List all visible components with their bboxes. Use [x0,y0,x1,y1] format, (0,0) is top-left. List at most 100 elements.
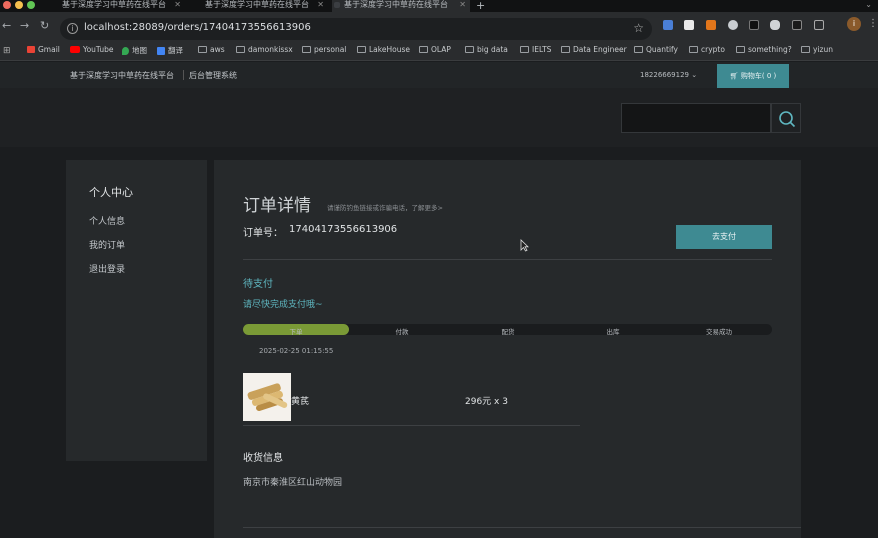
bookmark-folder-aws[interactable]: aws [198,45,225,54]
page-title: 订单详情 [243,196,311,216]
forward-button[interactable]: → [20,20,29,31]
bookmark-folder-bigdata[interactable]: big data [465,45,508,54]
close-icon[interactable]: ✕ [459,0,466,10]
bookmark-folder-data-engineer[interactable]: Data Engineer [561,45,627,54]
tab-favicon-icon [334,2,340,8]
order-number-label: 订单号： [243,228,283,239]
bookmark-label: Data Engineer [573,45,627,54]
admin-link[interactable]: 后台管理系统 [189,70,237,81]
profile-avatar[interactable]: i [847,17,861,31]
bookmark-folder-olap[interactable]: OLAP [419,45,451,54]
bookmark-label: big data [477,45,508,54]
browser-tab-strip: 基于深度学习中草药在线平台 ✕ 基于深度学习中草药在线平台 ✕ 基于深度学习中草… [0,0,878,12]
step-completed: 交易成功 [706,328,732,336]
cart-icon: 🛒︎ [729,72,739,80]
folder-icon [801,46,810,53]
maps-icon [122,46,129,55]
bookmark-label: LakeHouse [369,45,410,54]
search-input[interactable] [621,103,771,133]
tab-title: 基于深度学习中草药在线平台 [205,0,309,9]
bookmark-translate[interactable]: 翻译 [157,45,183,56]
bookmarks-bar: ⊞ Gmail YouTube 地图 翻译 aws damonkissx per… [0,40,878,61]
cart-label: 购物车( 0 ) [740,72,777,80]
gmail-icon [27,46,35,53]
folder-icon [634,46,643,53]
bookmark-folder-something[interactable]: something? [736,45,792,54]
user-account-dropdown[interactable]: 18226669129 ⌄ [640,71,697,79]
chevron-down-icon: ⌄ [691,71,698,79]
new-tab-button[interactable]: + [476,0,485,12]
bookmark-maps[interactable]: 地图 [122,45,147,56]
bookmark-label: yizun [813,45,833,54]
bookmark-label: Gmail [38,45,60,54]
browser-tab-1[interactable]: 基于深度学习中草药在线平台 ✕ [50,0,185,12]
circle-extension-icon[interactable] [728,20,738,30]
terminal-extension-icon[interactable] [749,20,759,30]
product-name-link[interactable]: 黄芪 [291,394,309,407]
bookmark-folder-quantify[interactable]: Quantify [634,45,678,54]
bookmark-folder-yizun[interactable]: yizun [801,45,833,54]
minimize-window-button[interactable] [15,1,23,9]
bookmark-folder-lakehouse[interactable]: LakeHouse [357,45,410,54]
tab-title: 基于深度学习中草药在线平台 [62,0,166,9]
bookmark-label: 翻译 [168,46,183,55]
close-icon[interactable]: ✕ [174,0,181,10]
address-bar[interactable]: i localhost:28089/orders/174041735566139… [60,18,652,40]
sidebar-item-orders[interactable]: 我的订单 [89,238,125,251]
item-divider [243,425,580,426]
bookmark-label: something? [748,45,792,54]
bookmark-folder-ielts[interactable]: IELTS [520,45,551,54]
pay-button[interactable]: 去支付 [676,225,772,249]
reload-button[interactable]: ↻ [40,20,49,31]
header-divider [183,70,184,80]
tab-title: 基于深度学习中草药在线平台 [344,0,448,9]
bookmark-label: aws [210,45,225,54]
metamask-extension-icon[interactable] [706,20,716,30]
receiver-section-title: 收货信息 [243,453,283,464]
order-number: 17404173556613906 [289,224,398,235]
bookmark-label: Quantify [646,45,678,54]
x-extension-icon[interactable] [684,20,694,30]
bookmark-label: YouTube [83,45,114,54]
folder-icon [419,46,428,53]
browser-tab-3[interactable]: 基于深度学习中草药在线平台 ✕ [332,0,470,12]
divider [243,259,772,260]
translate-extension-icon[interactable] [663,20,673,30]
site-title-link[interactable]: 基于深度学习中草药在线平台 [70,70,174,81]
step-shipped: 出库 [606,328,620,336]
apps-grid-icon[interactable]: ⊞ [3,46,11,56]
close-icon[interactable]: ✕ [317,0,324,10]
search-button[interactable] [771,103,801,133]
folder-icon [236,46,245,53]
browser-menu-icon[interactable]: ⋮ [868,18,878,29]
close-window-button[interactable] [3,1,11,9]
sidebar-item-profile[interactable]: 个人信息 [89,214,125,227]
anti-fraud-tip-link[interactable]: 请谨防钓鱼链接或诈骗电话，了解更多> [327,202,443,212]
bookmark-label: IELTS [532,45,552,54]
bookmark-folder-personal[interactable]: personal [302,45,346,54]
puzzle-extensions-icon[interactable] [814,20,824,30]
bookmark-youtube[interactable]: YouTube [70,45,114,54]
browser-tab-2[interactable]: 基于深度学习中草药在线平台 ✕ [193,0,328,12]
step-timestamp: 2025-02-25 01:15:55 [259,347,334,355]
bookmark-folder-crypto[interactable]: crypto [689,45,725,54]
herb-slices-image [243,373,291,421]
site-info-icon[interactable]: i [67,23,78,34]
back-button[interactable]: ← [2,20,11,31]
user-phone: 18226669129 [640,71,689,79]
tab-list-chevron-icon[interactable]: ⌄ [865,0,872,9]
dark-extension-icon[interactable] [792,20,802,30]
glasses-extension-icon[interactable] [770,20,780,30]
bookmark-folder-damonkissx[interactable]: damonkissx [236,45,293,54]
bookmark-star-icon[interactable]: ☆ [633,21,644,35]
maximize-window-button[interactable] [27,1,35,9]
bookmark-label: personal [314,45,347,54]
product-image[interactable] [243,373,291,421]
bookmark-label: 地图 [132,46,147,55]
folder-icon [561,46,570,53]
sidebar-item-logout[interactable]: 退出登录 [89,262,125,275]
browser-toolbar: ← → ↻ i localhost:28089/orders/174041735… [0,12,878,40]
order-status: 待支付 [243,279,273,290]
bookmark-gmail[interactable]: Gmail [27,45,60,54]
cart-button[interactable]: 🛒︎ 购物车( 0 ) [717,64,789,88]
